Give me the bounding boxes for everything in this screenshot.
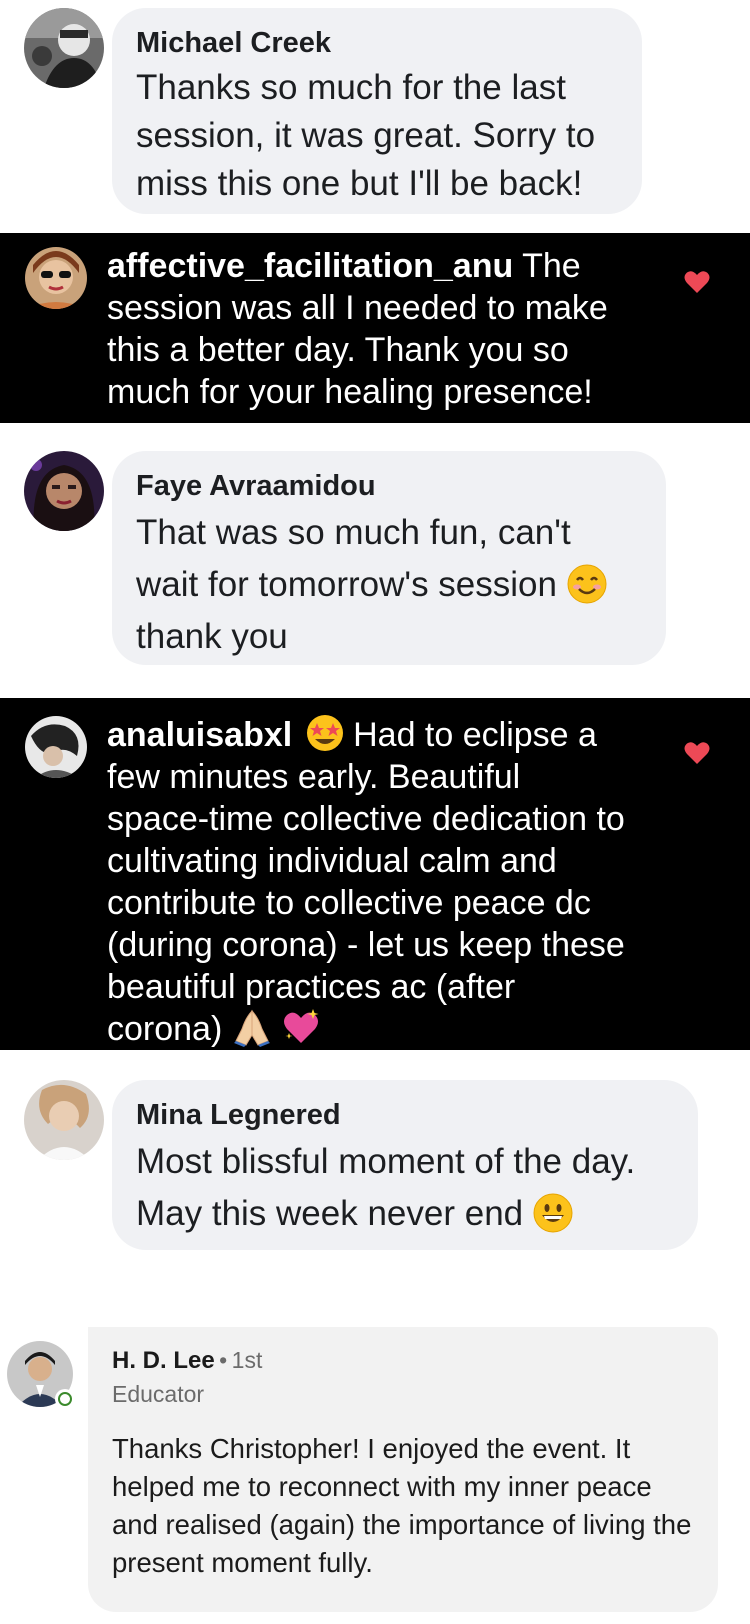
comment-bubble: Michael Creek Thanks so much for the las… (112, 8, 642, 214)
comments-collage: Michael Creek Thanks so much for the las… (0, 0, 750, 1624)
avatar[interactable] (24, 8, 104, 88)
commenter-name[interactable]: Michael Creek (136, 26, 618, 60)
comment-bubble: Faye Avraamidou That was so much fun, ca… (112, 451, 666, 665)
grinning-face-emoji (533, 1193, 573, 1233)
avatar[interactable] (25, 716, 87, 778)
avatar[interactable] (25, 247, 87, 309)
avatar[interactable] (24, 1080, 104, 1160)
comment-bubble: Mina Legnered Most blissful moment of th… (112, 1080, 698, 1250)
commenter-name[interactable]: H. D. Lee (112, 1347, 215, 1374)
instagram-comment-analuisa: analuisabxl Had to eclipse a few minutes… (0, 698, 750, 1050)
smiling-face-emoji (567, 564, 607, 604)
commenter-name[interactable]: Mina Legnered (136, 1098, 674, 1132)
commenter-name[interactable]: Faye Avraamidou (136, 469, 642, 503)
heart-icon[interactable] (684, 270, 710, 294)
instagram-comment-anu: affective_facilitation_anu The session w… (0, 233, 750, 423)
comment-text-block: affective_facilitation_anu The session w… (107, 245, 647, 413)
username[interactable]: analuisabxl (107, 716, 292, 754)
online-status-indicator (55, 1389, 75, 1409)
commenter-header: H. D. Lee • 1st (112, 1347, 694, 1375)
sparkling-heart-emoji (281, 1007, 321, 1047)
connection-degree: 1st (231, 1347, 263, 1373)
comment-text-line: May this week never end (136, 1194, 524, 1233)
separator-dot: • (219, 1347, 228, 1373)
comment-text: Thanks Christopher! I enjoyed the event.… (112, 1433, 692, 1578)
folded-hands-emoji (232, 1007, 272, 1048)
comment-text-line: thank you (136, 617, 288, 656)
comment-text: Most blissful moment of the day. May thi… (136, 1136, 674, 1240)
username[interactable]: affective_facilitation_anu (107, 247, 513, 285)
comment-card: H. D. Lee • 1st Educator Thanks Christop… (88, 1327, 718, 1612)
comment-text-block: analuisabxl Had to eclipse a few minutes… (107, 714, 627, 1051)
comment-text-line: Most blissful moment of the day. (136, 1142, 636, 1181)
comment-text-line: That was so much fun, can't (136, 513, 571, 552)
heart-icon[interactable] (684, 741, 710, 765)
comment-text: Thanks so much for the last session, it … (136, 68, 596, 203)
comment-text-line: wait for tomorrow's session (136, 565, 557, 604)
commenter-headline: Educator (112, 1381, 205, 1407)
comment-text: That was so much fun, can't wait for tom… (136, 507, 642, 663)
comment-text: Had to eclipse a few minutes early. Beau… (107, 716, 625, 1049)
star-struck-emoji (306, 714, 344, 752)
avatar[interactable] (24, 451, 104, 531)
